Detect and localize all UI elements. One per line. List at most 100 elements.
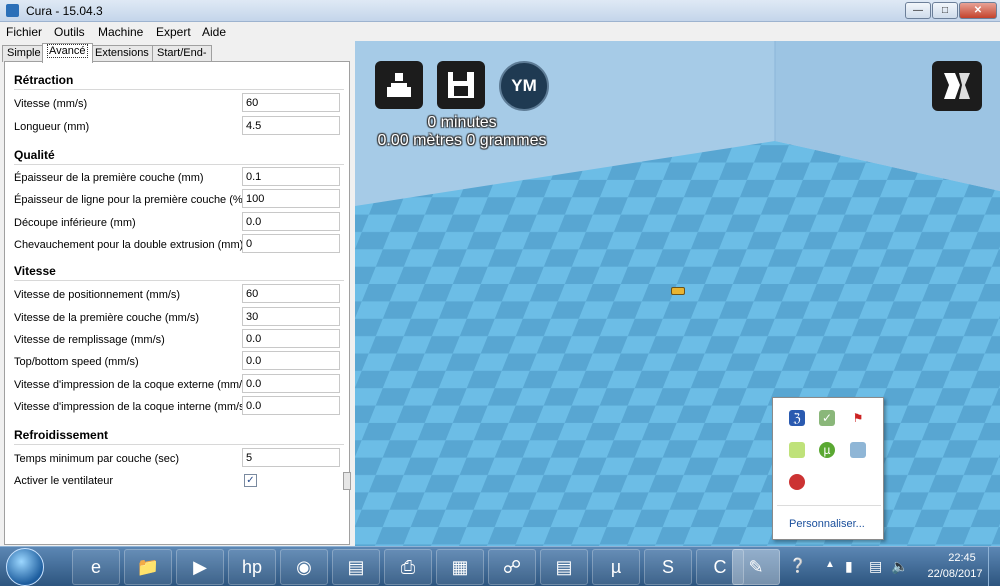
network-icon[interactable]: ☍: [488, 549, 536, 585]
tab-avance-label: Avancé: [47, 44, 88, 58]
tray-overflow-popup: ℨ ✓ ⚑ µ Personnaliser...: [772, 397, 884, 540]
youmagine-button[interactable]: YM: [499, 61, 549, 111]
menu-aide[interactable]: Aide: [202, 25, 226, 39]
update-icon[interactable]: [850, 442, 866, 458]
print-time-estimate: 0 minutes: [427, 114, 497, 131]
skype-icon[interactable]: S: [644, 549, 692, 585]
volume-icon[interactable]: 🔈: [891, 558, 908, 575]
setting-label: Vitesse de positionnement (mm/s): [14, 289, 181, 301]
loaded-model[interactable]: [671, 287, 685, 295]
bluetooth-icon[interactable]: ℨ: [789, 410, 805, 426]
clock-date[interactable]: 22/08/2017: [925, 568, 985, 580]
section-qualite-title: Qualité: [14, 148, 55, 162]
minimal-layer-time-input[interactable]: 5: [242, 448, 340, 467]
section-divider: [14, 164, 344, 165]
system-tray: ❔ ▲ ▮ ▤ 🔈: [783, 551, 933, 583]
setting-label: Vitesse (mm/s): [14, 98, 88, 110]
section-divider: [14, 280, 344, 281]
red-app-icon[interactable]: [789, 474, 805, 490]
setting-label: Temps minimum par couche (sec): [14, 453, 180, 465]
dual-extrusion-overlap-input[interactable]: 0: [242, 234, 340, 253]
setting-label: Vitesse de la première couche (mm/s): [14, 312, 200, 324]
inner-shell-speed-input[interactable]: 0.0: [242, 396, 340, 415]
travel-speed-input[interactable]: 60: [242, 284, 340, 303]
hp-icon[interactable]: hp: [228, 549, 276, 585]
signal-icon[interactable]: ▤: [869, 558, 882, 575]
section-divider: [14, 444, 344, 445]
close-button[interactable]: ✕: [959, 2, 997, 19]
retraction-length-input[interactable]: 4.5: [242, 116, 340, 135]
menu-expert[interactable]: Expert: [156, 25, 191, 39]
minimize-button[interactable]: —: [905, 2, 931, 19]
title-bar: Cura - 15.04.3 — □ ✕: [0, 0, 1000, 22]
start-button[interactable]: [6, 548, 44, 586]
setting-label: Longueur (mm): [14, 121, 90, 133]
menu-outils[interactable]: Outils: [54, 25, 85, 39]
tray-divider: [777, 505, 881, 506]
show-hidden-icons-icon[interactable]: ▲: [825, 559, 835, 570]
tab-extensions[interactable]: Extensions: [90, 45, 154, 62]
first-layer-speed-input[interactable]: 30: [242, 307, 340, 326]
view-mode-icon: [944, 73, 970, 99]
cura-icon[interactable]: ✎: [732, 549, 780, 585]
tab-simple[interactable]: Simple: [2, 45, 46, 62]
green-leaf-icon[interactable]: [789, 442, 805, 458]
retraction-speed-input[interactable]: 60: [242, 93, 340, 112]
save-gcode-button[interactable]: [437, 61, 485, 109]
menu-fichier[interactable]: Fichier: [6, 25, 42, 39]
settings-panel: Simple Avancé Extensions Start/End-GCode…: [0, 41, 355, 546]
utorrent-icon[interactable]: µ: [592, 549, 640, 585]
section-retraction-title: Rétraction: [14, 73, 74, 87]
first-layer-width-input[interactable]: 100: [242, 189, 340, 208]
setting-label: Chevauchement pour la double extrusion (…: [14, 239, 244, 251]
scrollbar-handle[interactable]: [343, 472, 351, 490]
window-title: Cura - 15.04.3: [26, 4, 103, 18]
network-check-icon[interactable]: ✓: [819, 410, 835, 426]
load-model-button[interactable]: [375, 61, 423, 109]
winrar-icon[interactable]: ▦: [436, 549, 484, 585]
setting-label: Épaisseur de ligne pour la première couc…: [14, 194, 247, 206]
section-refroidissement-title: Refroidissement: [14, 428, 109, 442]
floppy-disk-icon: [448, 72, 474, 98]
first-layer-thickness-input[interactable]: 0.1: [242, 167, 340, 186]
help-icon[interactable]: ❔: [789, 557, 806, 574]
flag-error-icon[interactable]: ⚑: [850, 410, 866, 426]
setting-label: Vitesse de remplissage (mm/s): [14, 334, 165, 346]
section-vitesse-title: Vitesse: [14, 264, 56, 278]
power-icon[interactable]: ▮: [845, 558, 853, 575]
cut-off-object-bottom-input[interactable]: 0.0: [242, 212, 340, 231]
setting-label: Activer le ventilateur: [14, 475, 114, 487]
menu-machine[interactable]: Machine: [98, 25, 143, 39]
file-explorer-icon[interactable]: 📁: [124, 549, 172, 585]
maximize-button[interactable]: □: [932, 2, 958, 19]
printer-icon[interactable]: ⎙: [384, 549, 432, 585]
clock-time[interactable]: 22:45: [937, 552, 987, 564]
print-material-estimate: 0.00 mètres 0 grammes: [377, 132, 547, 149]
load-icon: [387, 73, 411, 97]
settings-content: Rétraction Vitesse (mm/s) 60 Longueur (m…: [4, 61, 351, 545]
enable-fan-checkbox[interactable]: ✓: [244, 474, 257, 487]
taskbar: e 📁 ▶ hp ◉ ▤ ⎙ ▦ ☍ ▤ µ S C ✎ ❔ ▲ ▮ ▤ 🔈 2…: [0, 546, 1000, 586]
tab-avance[interactable]: Avancé: [42, 43, 93, 63]
outer-shell-speed-input[interactable]: 0.0: [242, 374, 340, 393]
document-icon[interactable]: ▤: [332, 549, 380, 585]
3d-viewport[interactable]: YM 0 minutes 0.00 mètres 0 grammes: [355, 41, 1000, 546]
customize-link[interactable]: Personnaliser...: [789, 518, 865, 530]
view-mode-button[interactable]: [932, 61, 982, 111]
tab-simple-label: Simple: [7, 47, 41, 59]
utorrent-icon[interactable]: µ: [819, 442, 835, 458]
section-divider: [14, 89, 344, 90]
top-bottom-speed-input[interactable]: 0.0: [242, 351, 340, 370]
cura-app-icon: [6, 4, 19, 17]
tab-extensions-label: Extensions: [95, 47, 149, 59]
menu-bar: Fichier Outils Machine Expert Aide: [0, 22, 1000, 41]
document-icon[interactable]: ▤: [540, 549, 588, 585]
infill-speed-input[interactable]: 0.0: [242, 329, 340, 348]
tab-start-end-gcode[interactable]: Start/End-GCode: [152, 45, 212, 74]
setting-label: Vitesse d'impression de la coque interne…: [14, 401, 249, 413]
internet-explorer-icon[interactable]: e: [72, 549, 120, 585]
show-desktop-button[interactable]: [988, 547, 1000, 586]
chrome-icon[interactable]: ◉: [280, 549, 328, 585]
media-player-icon[interactable]: ▶: [176, 549, 224, 585]
setting-label: Épaisseur de la première couche (mm): [14, 172, 204, 184]
